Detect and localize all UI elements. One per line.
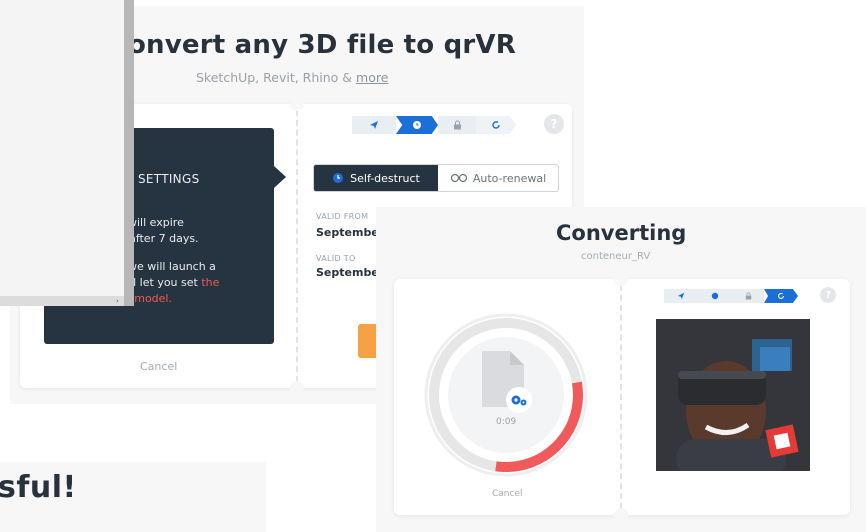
refresh-icon bbox=[764, 289, 798, 303]
file-name: conteneur_RV bbox=[581, 251, 651, 262]
infinity-icon bbox=[450, 173, 467, 183]
clock-icon bbox=[396, 116, 438, 134]
valid-from-label: VALID FROM bbox=[316, 212, 369, 221]
tooltip-arrow bbox=[274, 166, 286, 188]
valid-to-field[interactable]: September bbox=[316, 266, 384, 279]
valid-from-field[interactable]: September bbox=[316, 226, 384, 239]
elapsed-time: 0:09 bbox=[496, 417, 517, 427]
send-icon bbox=[352, 116, 396, 134]
converting-title: Converting bbox=[556, 221, 687, 245]
more-link[interactable]: more bbox=[356, 70, 388, 85]
submit-button[interactable] bbox=[358, 324, 378, 358]
gears-icon bbox=[506, 387, 532, 413]
help-button[interactable]: ? bbox=[544, 114, 564, 134]
expiry-mode-toggle: Self-destruct Auto-renewal bbox=[313, 164, 559, 192]
valid-to-label: VALID TO bbox=[316, 254, 356, 263]
tooltip-line: will expire bbox=[128, 216, 184, 229]
cancel-button[interactable]: Cancel bbox=[140, 360, 177, 373]
clock-icon bbox=[698, 289, 732, 303]
card-divider bbox=[296, 110, 298, 382]
success-panel: sful! bbox=[0, 462, 266, 532]
overlay-scrollbar[interactable]: › bbox=[0, 296, 124, 306]
tooltip-line: we will launch a bbox=[128, 260, 216, 273]
scroll-right-icon[interactable]: › bbox=[116, 297, 119, 305]
lock-icon bbox=[438, 116, 476, 134]
page-title: onvert any 3D file to qrVR bbox=[128, 30, 516, 60]
card-notch bbox=[290, 97, 304, 111]
auto-renewal-option[interactable]: Auto-renewal bbox=[438, 165, 558, 191]
timer-icon bbox=[333, 173, 344, 183]
step-indicator bbox=[664, 289, 798, 303]
card-notch bbox=[614, 272, 628, 286]
tooltip-heading: SETTINGS bbox=[138, 172, 200, 186]
success-message: sful! bbox=[0, 470, 77, 505]
step-indicator bbox=[352, 116, 516, 134]
overlay-window bbox=[0, 0, 124, 296]
refresh-icon bbox=[476, 116, 516, 134]
vr-preview-image bbox=[656, 319, 810, 471]
cancel-button[interactable]: Cancel bbox=[492, 489, 523, 499]
card-notch bbox=[614, 508, 628, 522]
converting-window: Converting conteneur_RV 0:09 Cancel ? bbox=[376, 207, 866, 532]
send-icon bbox=[664, 289, 698, 303]
card-divider bbox=[620, 285, 622, 509]
self-destruct-option[interactable]: Self-destruct bbox=[314, 165, 438, 191]
card-notch bbox=[290, 381, 304, 395]
page-subtitle: SketchUp, Revit, Rhino & more bbox=[196, 70, 389, 85]
help-button[interactable]: ? bbox=[820, 287, 836, 303]
lock-icon bbox=[732, 289, 764, 303]
